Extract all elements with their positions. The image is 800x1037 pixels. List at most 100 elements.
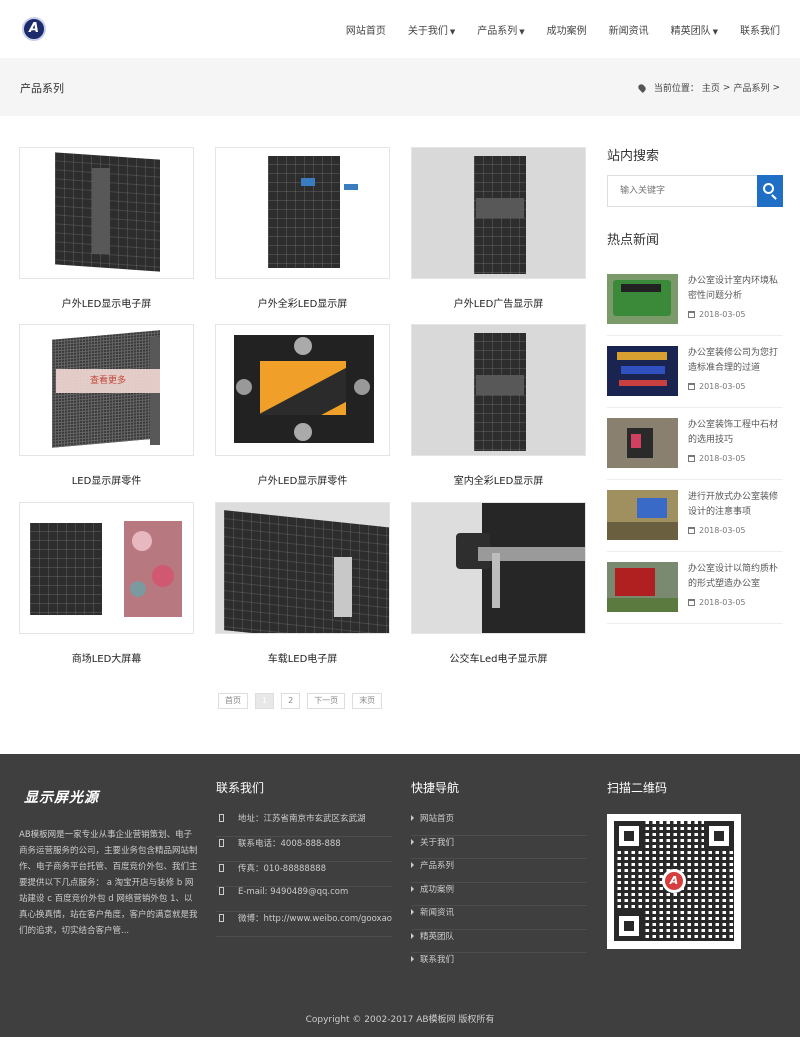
- nav-item-products[interactable]: 产品系列 ▼: [477, 22, 524, 37]
- news-thumbnail[interactable]: [607, 274, 678, 324]
- pagination-last-button[interactable]: 末页: [352, 693, 383, 709]
- nav-item-about[interactable]: 关于我们 ▼: [408, 22, 455, 37]
- footer-nav-products[interactable]: 产品系列: [411, 859, 587, 883]
- footer-nav-news[interactable]: 新闻资讯: [411, 906, 587, 930]
- contact-text: 传真：010-88888888: [238, 864, 327, 874]
- footer-nav-about[interactable]: 关于我们: [411, 836, 587, 859]
- pagination-next-button[interactable]: 下一页: [307, 693, 346, 709]
- qr-code-pattern: A: [614, 821, 734, 941]
- news-title[interactable]: 办公室装饰工程中石材的选用技巧: [688, 418, 784, 448]
- weibo-icon: [219, 914, 224, 922]
- nav-label: 关于我们: [407, 26, 448, 37]
- product-name[interactable]: 车载LED电子屏: [215, 650, 390, 665]
- product-image[interactable]: [411, 502, 586, 634]
- news-date-text: 2018-03-05: [699, 454, 746, 463]
- phone-icon: [219, 839, 224, 847]
- news-thumbnail[interactable]: [607, 490, 678, 540]
- news-date-text: 2018-03-05: [699, 526, 746, 535]
- contact-fax: 传真：010-88888888: [216, 862, 392, 887]
- product-name[interactable]: 户外LED显示屏零件: [215, 472, 390, 487]
- news-date: 2018-03-05: [688, 526, 746, 535]
- product-image[interactable]: [19, 502, 194, 634]
- product-image[interactable]: [215, 147, 390, 279]
- product-name[interactable]: LED显示屏零件: [19, 472, 194, 487]
- triangle-right-icon: [411, 932, 414, 939]
- news-date: 2018-03-05: [688, 454, 746, 463]
- breadcrumb-current-link[interactable]: 产品系列: [733, 81, 769, 94]
- caret-down-icon: ▼: [449, 28, 456, 36]
- news-title[interactable]: 办公室装修公司为您打造标准合理的过道: [688, 346, 784, 376]
- site-footer: 显示屏光源 AB模板网是一家专业从事企业营销策划、电子商务运营服务的公司，主要业…: [0, 754, 800, 1037]
- product-card[interactable]: 公交车Led电子显示屏: [411, 502, 586, 665]
- news-item[interactable]: 进行开放式办公室装修设计的注意事项 2018-03-05: [607, 490, 783, 552]
- news-item[interactable]: 办公室装修公司为您打造标准合理的过道 2018-03-05: [607, 346, 783, 408]
- calendar-icon: [688, 311, 695, 318]
- news-item[interactable]: 办公室装饰工程中石材的选用技巧 2018-03-05: [607, 418, 783, 480]
- product-name[interactable]: 户外LED显示电子屏: [19, 295, 194, 310]
- footer-nav-contact[interactable]: 联系我们: [411, 953, 587, 977]
- nav-item-cases[interactable]: 成功案例: [547, 22, 587, 37]
- contact-email[interactable]: E-mail: 9490489@qq.com: [216, 887, 392, 912]
- product-card[interactable]: 户外LED显示屏零件: [215, 324, 390, 487]
- pagination-first-button[interactable]: 首页: [218, 693, 248, 709]
- search-button[interactable]: [757, 175, 783, 207]
- nav-item-team[interactable]: 精英团队 ▼: [671, 22, 718, 37]
- breadcrumb-home-link[interactable]: 主页: [702, 81, 720, 94]
- footer-nav-label: 新闻资讯: [420, 908, 455, 918]
- news-thumbnail[interactable]: [607, 562, 678, 612]
- product-name[interactable]: 户外LED广告显示屏: [411, 295, 586, 310]
- footer-nav-home[interactable]: 网站首页: [411, 812, 587, 836]
- news-title[interactable]: 办公室设计室内环境私密性问题分析: [688, 274, 784, 304]
- nav-item-home[interactable]: 网站首页: [346, 22, 386, 37]
- product-card[interactable]: 户外LED显示电子屏: [19, 147, 194, 310]
- news-item[interactable]: 办公室设计以简约质朴的形式塑造办公室 2018-03-05: [607, 562, 783, 624]
- product-card[interactable]: 查看更多 LED显示屏零件: [19, 324, 194, 487]
- product-image[interactable]: [411, 147, 586, 279]
- pagination-page-2[interactable]: 2: [281, 693, 301, 709]
- news-item[interactable]: 办公室设计室内环境私密性问题分析 2018-03-05: [607, 274, 783, 336]
- product-card[interactable]: 户外LED广告显示屏: [411, 147, 586, 310]
- product-card[interactable]: 室内全彩LED显示屏: [411, 324, 586, 487]
- footer-contact-heading: 联系我们: [216, 781, 265, 795]
- product-name[interactable]: 公交车Led电子显示屏: [411, 650, 586, 665]
- news-thumbnail[interactable]: [607, 346, 678, 396]
- product-image[interactable]: [215, 502, 390, 634]
- nav-label: 产品系列: [477, 26, 518, 37]
- footer-nav-cases[interactable]: 成功案例: [411, 883, 587, 906]
- nav-label: 新闻资讯: [608, 26, 649, 37]
- product-card[interactable]: 户外全彩LED显示屏: [215, 147, 390, 310]
- contact-weibo[interactable]: 微博：http://www.weibo.com/gooxao: [216, 912, 392, 937]
- product-name[interactable]: 商场LED大屏幕: [19, 650, 194, 665]
- product-image[interactable]: [19, 147, 194, 279]
- footer-nav-team[interactable]: 精英团队: [411, 930, 587, 953]
- product-image[interactable]: [411, 324, 586, 456]
- nav-item-contact[interactable]: 联系我们: [740, 22, 780, 37]
- product-card[interactable]: 商场LED大屏幕: [19, 502, 194, 665]
- product-name[interactable]: 室内全彩LED显示屏: [411, 472, 586, 487]
- contact-text: E-mail: 9490489@qq.com: [238, 887, 349, 897]
- view-more-overlay[interactable]: 查看更多: [56, 369, 160, 393]
- product-card[interactable]: 车载LED电子屏: [215, 502, 390, 665]
- nav-label: 精英团队: [670, 26, 711, 37]
- triangle-right-icon: [411, 909, 414, 915]
- footer-nav-label: 精英团队: [420, 931, 455, 942]
- news-title[interactable]: 进行开放式办公室装修设计的注意事项: [688, 490, 784, 520]
- triangle-right-icon: [411, 838, 414, 845]
- news-date: 2018-03-05: [688, 598, 746, 607]
- contact-text: 联系电话：4008-888-888: [238, 839, 341, 849]
- footer-nav-label: 关于我们: [420, 837, 455, 848]
- product-name[interactable]: 户外全彩LED显示屏: [215, 295, 390, 310]
- caret-down-icon: ▼: [519, 28, 525, 36]
- nav-item-news[interactable]: 新闻资讯: [609, 22, 649, 37]
- calendar-icon: [688, 599, 695, 606]
- pagination-page-1[interactable]: 1: [255, 693, 275, 709]
- product-image[interactable]: [215, 324, 390, 456]
- location-pin-icon: [636, 82, 647, 93]
- calendar-icon: [688, 527, 695, 534]
- news-title[interactable]: 办公室设计以简约质朴的形式塑造办公室: [688, 562, 784, 592]
- site-logo[interactable]: A: [22, 17, 46, 41]
- qr-code: A: [607, 814, 741, 949]
- product-image[interactable]: 查看更多: [19, 324, 194, 456]
- news-thumbnail[interactable]: [607, 418, 678, 468]
- search-input[interactable]: [608, 176, 756, 206]
